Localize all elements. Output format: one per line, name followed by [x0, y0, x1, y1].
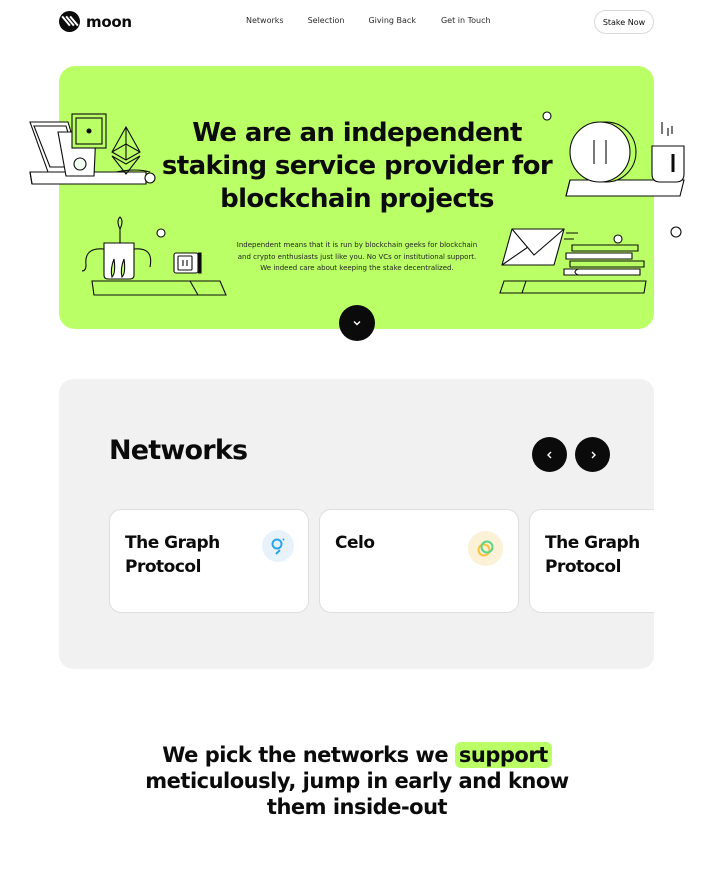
- moon-logo-icon: [59, 11, 80, 32]
- chevron-down-icon: [353, 321, 361, 326]
- tagline-line-2: meticulously, jump in early and know: [145, 769, 569, 793]
- networks-section: Networks The Graph Protocol Celo The Gra…: [59, 379, 654, 669]
- hero-title: We are an independent staking service pr…: [0, 117, 714, 216]
- site-header: moon Networks Selection Giving Back Get …: [0, 0, 714, 44]
- network-card-title-line: Protocol: [125, 557, 201, 577]
- networks-title: Networks: [109, 435, 248, 466]
- network-card-the-graph[interactable]: The Graph Protocol: [529, 509, 654, 613]
- tagline-text: We pick the networks we: [162, 743, 449, 767]
- main-nav: Networks Selection Giving Back Get in To…: [246, 16, 491, 25]
- hero-description-line: Independent means that it is run by bloc…: [236, 241, 478, 249]
- network-card-title-line: The Graph: [125, 533, 220, 553]
- network-card-title: Celo: [335, 531, 375, 555]
- carousel-prev-button[interactable]: [532, 437, 567, 472]
- stake-now-button[interactable]: Stake Now: [594, 10, 654, 34]
- scroll-down-button[interactable]: [339, 305, 375, 341]
- network-card-title: The Graph Protocol: [545, 531, 640, 579]
- network-card-celo[interactable]: Celo: [319, 509, 519, 613]
- hero-title-line: We are an independent: [192, 118, 522, 148]
- network-card-title-line: Celo: [335, 533, 375, 553]
- network-card-the-graph[interactable]: The Graph Protocol: [109, 509, 309, 613]
- network-card-title: The Graph Protocol: [125, 531, 220, 579]
- nav-link-selection[interactable]: Selection: [308, 16, 345, 25]
- celo-logo-icon: [468, 531, 503, 566]
- tagline: We pick the networks we support meticulo…: [0, 742, 714, 820]
- tagline-highlight: support: [454, 742, 552, 768]
- hero-title-line: blockchain projects: [220, 184, 494, 214]
- tagline-line-1: We pick the networks we support: [0, 742, 714, 768]
- nav-link-giving-back[interactable]: Giving Back: [368, 16, 416, 25]
- brand-name: moon: [86, 12, 132, 31]
- brand-logo[interactable]: moon: [59, 11, 132, 32]
- network-card-title-line: Protocol: [545, 557, 621, 577]
- hero-description-line: and crypto enthusiasts just like you. No…: [237, 252, 477, 261]
- nav-link-get-in-touch[interactable]: Get in Touch: [441, 16, 491, 25]
- nav-link-networks[interactable]: Networks: [246, 16, 284, 25]
- network-card-title-line: The Graph: [545, 533, 640, 553]
- the-graph-logo-icon: [262, 530, 294, 562]
- chevron-right-icon: [591, 451, 596, 458]
- hero-description-line: We indeed care about keeping the stake d…: [260, 264, 454, 272]
- chevron-left-icon: [546, 451, 551, 458]
- hero-description: Independent means that it is run by bloc…: [0, 240, 714, 275]
- hero-title-line: staking service provider for: [161, 151, 553, 181]
- carousel-next-button[interactable]: [575, 437, 610, 472]
- small-circle-right-illustration: [670, 226, 682, 238]
- tagline-line-3: them inside-out: [266, 795, 448, 819]
